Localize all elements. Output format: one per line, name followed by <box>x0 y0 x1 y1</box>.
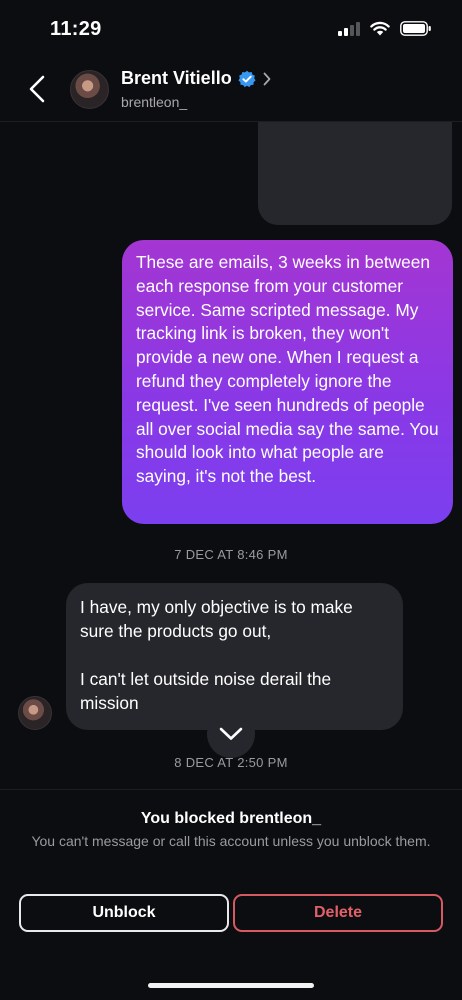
wifi-icon <box>370 21 390 36</box>
home-indicator[interactable] <box>148 983 314 988</box>
battery-icon <box>400 21 431 36</box>
unblock-button[interactable]: Unblock <box>19 894 229 932</box>
sender-avatar[interactable] <box>18 696 52 730</box>
message-bubble-incoming[interactable]: I have, my only objective is to make sur… <box>66 583 403 730</box>
profile-handle: brentleon_ <box>121 94 188 110</box>
message-bubble-incoming-partial[interactable] <box>258 122 452 225</box>
status-icons <box>338 21 432 36</box>
profile-name-row[interactable]: Brent Vitiello <box>121 68 272 89</box>
verified-badge-icon <box>238 70 256 87</box>
blocked-title: You blocked brentleon_ <box>140 810 322 827</box>
blocked-description: You can't message or call this account u… <box>31 833 431 849</box>
cellular-signal-icon <box>338 21 360 36</box>
profile-name: Brent Vitiello <box>121 68 232 88</box>
message-text: I have, my only objective is to make sur… <box>80 597 353 641</box>
avatar[interactable] <box>70 70 109 109</box>
status-time: 11:29 <box>50 18 102 40</box>
scroll-to-bottom-button[interactable] <box>207 710 255 758</box>
message-text: I can't let outside noise derail the mis… <box>80 669 332 713</box>
chevron-right-icon <box>263 72 271 85</box>
back-chevron-icon[interactable] <box>26 72 50 106</box>
delete-button[interactable]: Delete <box>233 894 443 932</box>
chat-header: Brent Vitiello brentleon_ <box>0 56 462 122</box>
message-text: These are emails, 3 weeks in between eac… <box>136 252 439 487</box>
status-bar: 11:29 <box>0 0 462 56</box>
blocked-panel: You blocked brentleon_ You can't message… <box>0 789 462 1000</box>
chevron-down-icon <box>219 727 243 740</box>
message-bubble-outgoing[interactable]: These are emails, 3 weeks in between eac… <box>122 240 453 524</box>
message-timestamp: 7 DEC AT 8:46 PM <box>174 547 288 562</box>
